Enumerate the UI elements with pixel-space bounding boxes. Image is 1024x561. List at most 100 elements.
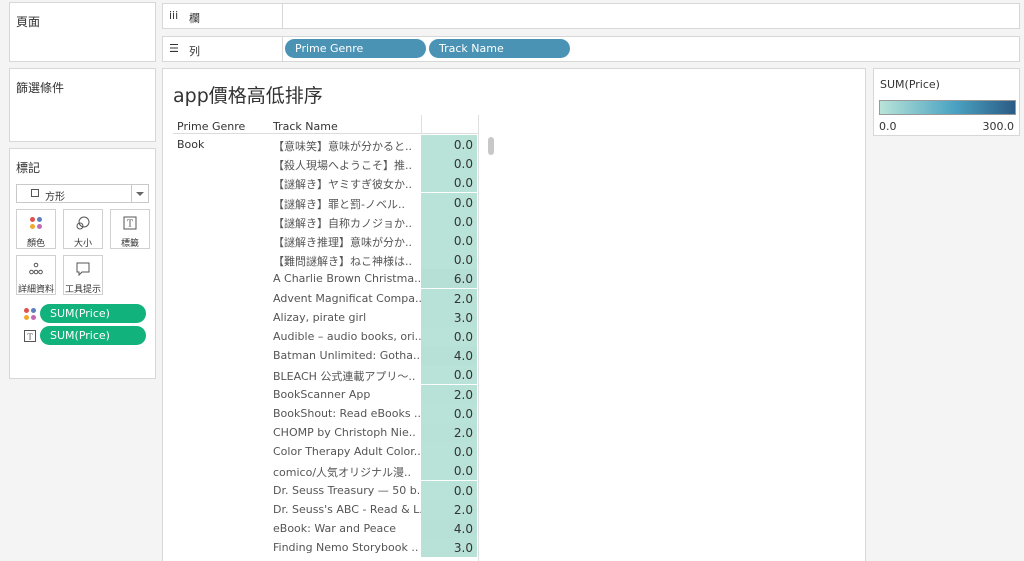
table-row[interactable]: Batman Unlimited: Gotha.. 4.0 bbox=[163, 346, 865, 366]
color-legend[interactable]: SUM(Price) 0.0 300.0 bbox=[873, 68, 1020, 136]
table-row[interactable]: Color Therapy Adult Color.. 0.0 bbox=[163, 442, 865, 462]
track-name-cell[interactable]: Dr. Seuss's ABC - Read & L.. bbox=[273, 503, 423, 516]
tooltip-mark-button[interactable]: 工具提示 bbox=[63, 255, 103, 295]
track-name-cell[interactable]: BookShout: Read eBooks .. bbox=[273, 407, 423, 420]
label-mark-button[interactable]: T 標籤 bbox=[110, 209, 150, 249]
price-cell[interactable]: 2.0 bbox=[421, 288, 477, 308]
track-name-cell[interactable]: BLEACH 公式連載アプリ～.. bbox=[273, 368, 423, 384]
header-divider bbox=[173, 133, 479, 134]
vertical-scrollbar[interactable] bbox=[487, 135, 497, 561]
price-cell[interactable]: 0.0 bbox=[421, 154, 477, 174]
track-name-cell[interactable]: Color Therapy Adult Color.. bbox=[273, 445, 423, 458]
track-name-cell[interactable]: 【謎解き】罪と罰-ノベル.. bbox=[273, 196, 423, 212]
price-cell[interactable]: 0.0 bbox=[421, 250, 477, 270]
track-name-cell[interactable]: Dr. Seuss Treasury — 50 b.. bbox=[273, 484, 423, 497]
track-name-cell[interactable]: Batman Unlimited: Gotha.. bbox=[273, 349, 423, 362]
price-cell[interactable]: 0.0 bbox=[421, 231, 477, 250]
track-name-cell[interactable]: 【殺人現場へようこそ】推.. bbox=[273, 157, 423, 173]
rows-shelf-label: 列 bbox=[189, 45, 200, 58]
table-row[interactable]: Finding Nemo Storybook .. 3.0 bbox=[163, 538, 865, 558]
genre-cell[interactable]: Book bbox=[177, 138, 204, 151]
table-row[interactable]: CHOMP by Christoph Nie.. 2.0 bbox=[163, 423, 865, 442]
price-cell[interactable]: 4.0 bbox=[421, 519, 477, 538]
price-cell[interactable]: 0.0 bbox=[421, 173, 477, 193]
text-label-icon: T bbox=[123, 216, 137, 230]
price-cell[interactable]: 6.0 bbox=[421, 269, 477, 289]
table-row[interactable]: Alizay, pirate girl 3.0 bbox=[163, 307, 865, 327]
table-row[interactable]: 【謎解き推理】意味が分か.. 0.0 bbox=[163, 231, 865, 250]
track-name-cell[interactable]: Audible – audio books, ori.. bbox=[273, 330, 423, 343]
table-row[interactable]: Audible – audio books, ori.. 0.0 bbox=[163, 327, 865, 346]
price-cell[interactable]: 0.0 bbox=[421, 135, 477, 154]
table-row[interactable]: 【難問謎解き】ねこ神様は.. 0.0 bbox=[163, 250, 865, 270]
size-mark-label: 大小 bbox=[73, 239, 92, 249]
price-cell[interactable]: 0.0 bbox=[421, 442, 477, 462]
column-header-prime-genre[interactable]: Prime Genre bbox=[177, 120, 245, 133]
track-name-cell[interactable]: BookScanner App bbox=[273, 388, 423, 401]
track-name-cell[interactable]: CHOMP by Christoph Nie.. bbox=[273, 426, 423, 439]
color-mark-button[interactable]: 顏色 bbox=[16, 209, 56, 249]
label-mark-label: 標籤 bbox=[120, 239, 139, 249]
price-cell[interactable]: 3.0 bbox=[421, 538, 477, 558]
table-row[interactable]: Dr. Seuss's ABC - Read & L.. 2.0 bbox=[163, 499, 865, 519]
chevron-down-icon[interactable] bbox=[131, 185, 148, 202]
price-cell[interactable]: 0.0 bbox=[421, 192, 477, 212]
mark-type-dropdown[interactable]: 方形 bbox=[16, 184, 149, 203]
pages-card[interactable]: 頁面 bbox=[9, 2, 156, 62]
table-row[interactable]: 【謎解き】罪と罰-ノベル.. 0.0 bbox=[163, 192, 865, 212]
price-cell[interactable]: 2.0 bbox=[421, 499, 477, 519]
rows-pill-prime-genre[interactable]: Prime Genre bbox=[285, 39, 426, 58]
track-name-cell[interactable]: 【意味笑】意味が分かると.. bbox=[273, 138, 423, 154]
label-sum-price-pill[interactable]: SUM(Price) bbox=[40, 326, 146, 345]
price-cell[interactable]: 0.0 bbox=[421, 480, 477, 500]
columns-shelf[interactable]: iii 欄 bbox=[162, 3, 1020, 29]
price-cell[interactable]: 0.0 bbox=[421, 211, 477, 231]
price-cell[interactable]: 2.0 bbox=[421, 384, 477, 404]
track-name-cell[interactable]: Advent Magnificat Compa.. bbox=[273, 292, 423, 305]
price-cell[interactable]: 4.0 bbox=[421, 346, 477, 366]
track-name-cell[interactable]: 【謎解き推理】意味が分か.. bbox=[273, 234, 423, 250]
column-header-track-name[interactable]: Track Name bbox=[273, 120, 338, 133]
table-row[interactable]: 【殺人現場へようこそ】推.. 0.0 bbox=[163, 154, 865, 174]
table-row[interactable]: 【謎解き】ヤミすぎ彼女か.. 0.0 bbox=[163, 173, 865, 193]
track-name-cell[interactable]: comico/人気オリジナル漫.. bbox=[273, 464, 423, 480]
detail-mark-button[interactable]: 詳細資料 bbox=[16, 255, 56, 295]
rows-pill-track-name[interactable]: Track Name bbox=[429, 39, 570, 58]
legend-title: SUM(Price) bbox=[880, 78, 940, 91]
mark-type-label: 方形 bbox=[45, 192, 65, 203]
price-cell[interactable]: 0.0 bbox=[421, 461, 477, 481]
track-name-cell[interactable]: 【謎解き】自称カノジョか.. bbox=[273, 215, 423, 231]
price-cell[interactable]: 2.0 bbox=[421, 423, 477, 442]
scrollbar-thumb[interactable] bbox=[488, 137, 494, 155]
track-name-cell[interactable]: 【謎解き】ヤミすぎ彼女か.. bbox=[273, 176, 423, 192]
table-row[interactable]: Dr. Seuss Treasury — 50 b.. 0.0 bbox=[163, 480, 865, 500]
track-name-cell[interactable]: Alizay, pirate girl bbox=[273, 311, 423, 324]
table-row[interactable]: 【謎解き】自称カノジョか.. 0.0 bbox=[163, 211, 865, 231]
price-cell[interactable]: 0.0 bbox=[421, 365, 477, 385]
table-row[interactable]: BookScanner App 2.0 bbox=[163, 384, 865, 404]
table-row[interactable]: BLEACH 公式連載アプリ～.. 0.0 bbox=[163, 365, 865, 385]
size-mark-button[interactable]: 大小 bbox=[63, 209, 103, 249]
rows-shelf[interactable]: ☰ 列 Prime Genre Track Name bbox=[162, 36, 1020, 62]
track-name-cell[interactable]: Finding Nemo Storybook .. bbox=[273, 541, 423, 554]
track-name-cell[interactable]: 【難問謎解き】ねこ神様は.. bbox=[273, 253, 423, 269]
track-name-cell[interactable]: A Charlie Brown Christma.. bbox=[273, 272, 423, 285]
track-name-cell[interactable]: eBook: War and Peace bbox=[273, 522, 423, 535]
price-cell[interactable]: 3.0 bbox=[421, 307, 477, 327]
columns-shelf-label-area: iii 欄 bbox=[163, 4, 283, 28]
table-row[interactable]: BookShout: Read eBooks .. 0.0 bbox=[163, 403, 865, 423]
table-row[interactable]: Book 【意味笑】意味が分かると.. 0.0 bbox=[163, 135, 865, 154]
price-cell[interactable]: 0.0 bbox=[421, 403, 477, 423]
color-sum-price-pill[interactable]: SUM(Price) bbox=[40, 304, 146, 323]
table-row[interactable]: Advent Magnificat Compa.. 2.0 bbox=[163, 288, 865, 308]
svg-text:T: T bbox=[27, 333, 33, 342]
detail-dots-icon bbox=[29, 262, 43, 275]
legend-gradient bbox=[879, 100, 1016, 115]
table-row[interactable]: comico/人気オリジナル漫.. 0.0 bbox=[163, 461, 865, 481]
viz-area[interactable]: app價格高低排序 Prime Genre Track Name Book 【意味… bbox=[162, 68, 866, 561]
filters-card[interactable]: 篩選條件 bbox=[9, 68, 156, 142]
table-row[interactable]: A Charlie Brown Christma.. 6.0 bbox=[163, 269, 865, 289]
price-cell[interactable]: 0.0 bbox=[421, 327, 477, 346]
pages-title: 頁面 bbox=[16, 15, 41, 29]
table-row[interactable]: eBook: War and Peace 4.0 bbox=[163, 519, 865, 538]
